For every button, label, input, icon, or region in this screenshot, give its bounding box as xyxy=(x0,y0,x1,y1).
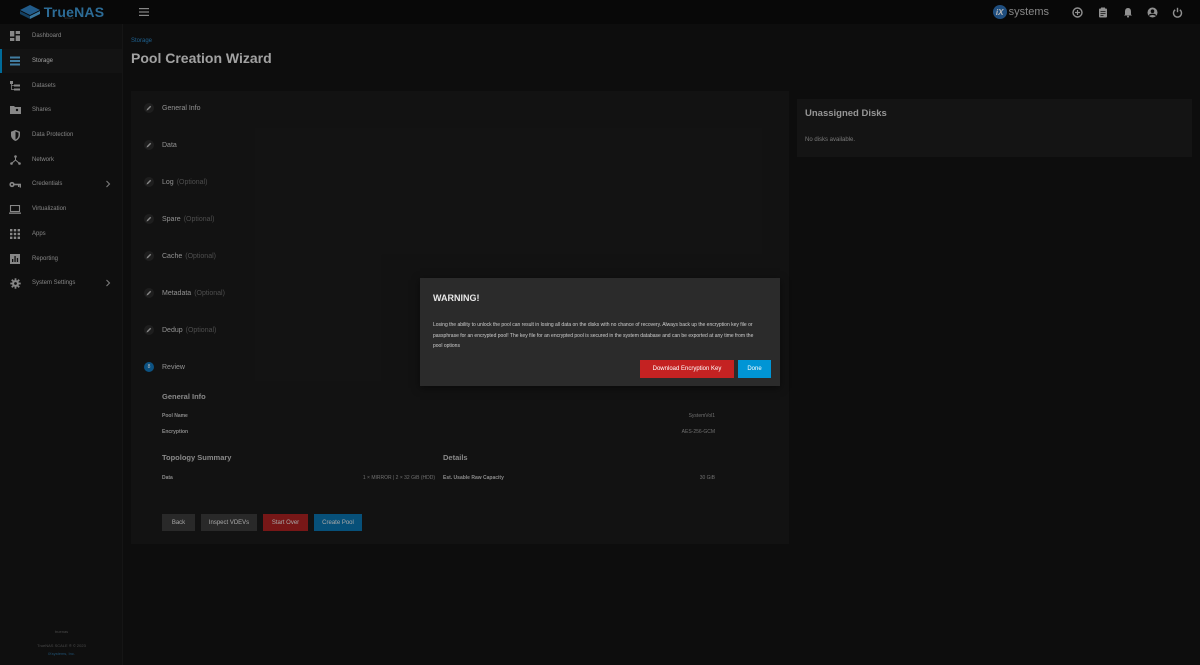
dialog-title: WARNING! xyxy=(433,293,480,303)
dialog-message: Losing the ability to unlock the pool ca… xyxy=(433,322,754,349)
done-button[interactable]: Done xyxy=(738,360,771,378)
warning-dialog: WARNING! Losing the ability to unlock th… xyxy=(420,278,780,386)
download-encryption-key-button[interactable]: Download Encryption Key xyxy=(640,360,734,378)
